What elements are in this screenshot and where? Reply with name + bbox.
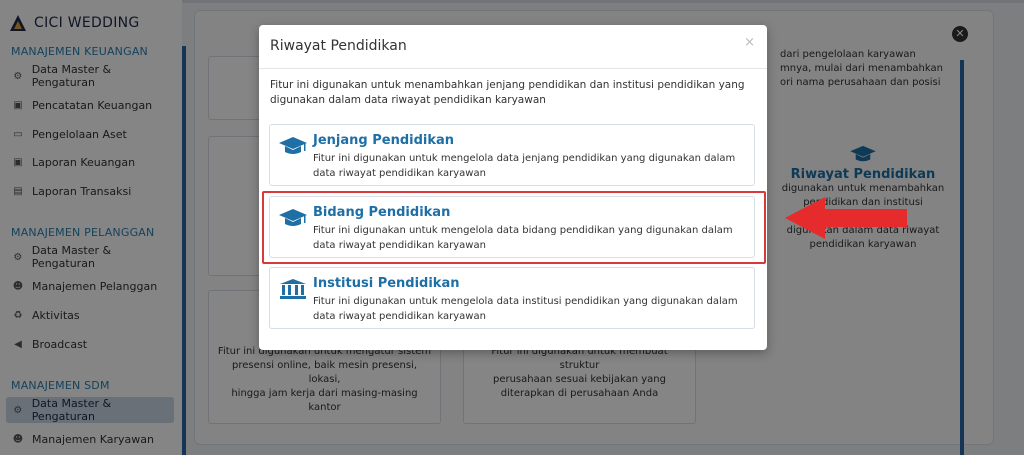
highlight-box (262, 191, 766, 264)
option-title: Institusi Pendidikan (313, 276, 460, 291)
modal-riwayat-pendidikan: Riwayat Pendidikan × Fitur ini digunakan… (259, 25, 767, 350)
option-title: Jenjang Pendidikan (313, 133, 455, 148)
option-desc: Fitur ini digunakan untuk mengelola data… (313, 296, 738, 322)
modal-description: Fitur ini digunakan untuk menambahkan je… (270, 79, 745, 106)
red-arrow-icon (785, 197, 907, 239)
graduation-cap-icon (279, 137, 307, 154)
institution-icon (280, 279, 306, 299)
modal-title: Riwayat Pendidikan (270, 38, 407, 54)
modal-header: Riwayat Pendidikan × (259, 25, 767, 69)
option-institusi-pendidikan[interactable]: Institusi Pendidikan Fitur ini digunakan… (269, 267, 755, 329)
modal-close-button[interactable]: × (744, 35, 755, 50)
option-jenjang-pendidikan[interactable]: Jenjang Pendidikan Fitur ini digunakan u… (269, 124, 755, 186)
option-desc: Fitur ini digunakan untuk mengelola data… (313, 153, 736, 179)
